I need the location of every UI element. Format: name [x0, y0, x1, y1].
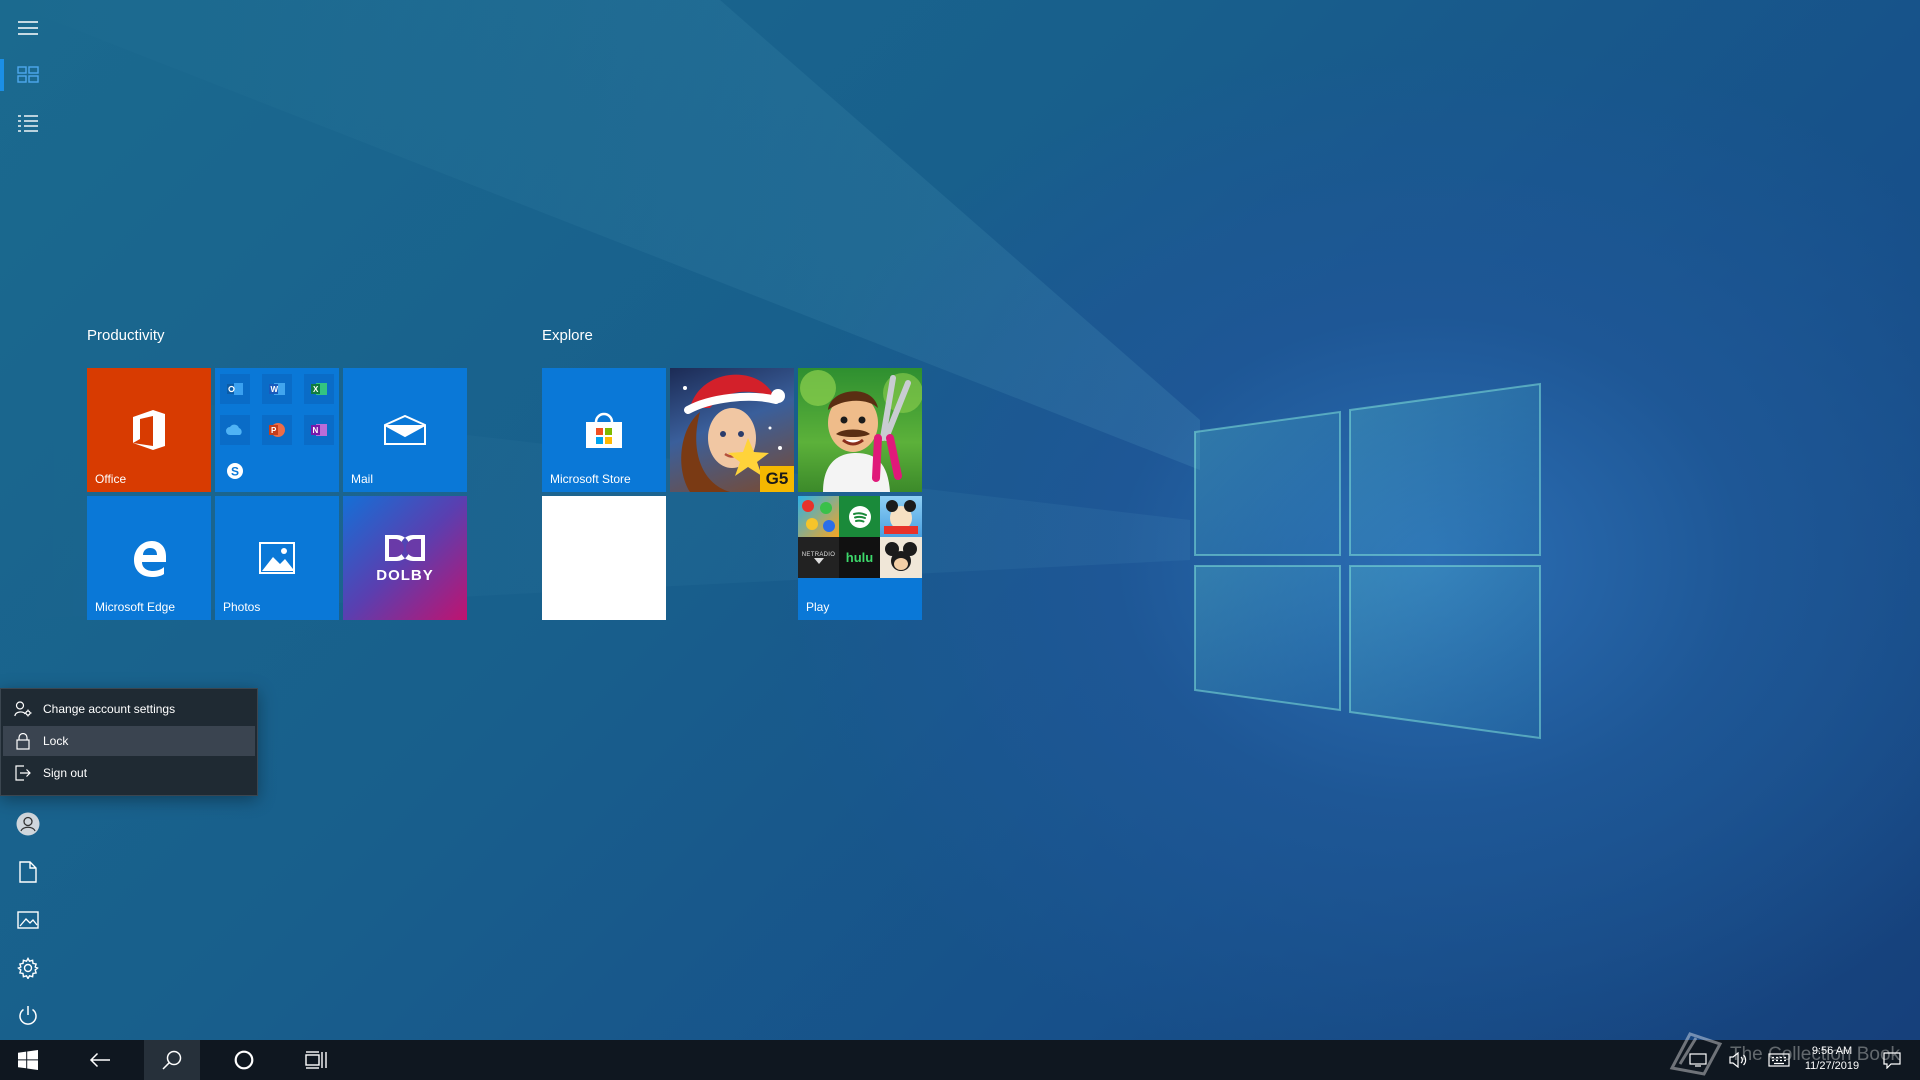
cortana-button[interactable]: [216, 1040, 272, 1080]
windows-logo-wallpaper: [1194, 382, 1541, 740]
tile-photos[interactable]: Photos: [215, 496, 339, 620]
power-button[interactable]: [0, 993, 56, 1039]
cortana-icon: [234, 1050, 254, 1070]
user-account-button[interactable]: [0, 801, 56, 847]
excel-icon: X: [304, 374, 334, 404]
settings-button[interactable]: [0, 945, 56, 991]
sign-out-icon: [15, 765, 31, 781]
pictures-button[interactable]: [0, 897, 56, 943]
user-avatar-icon: [16, 812, 40, 836]
svg-text:P: P: [271, 426, 277, 435]
hulu-mini: hulu: [839, 537, 880, 578]
watermark-book-icon: [1669, 1032, 1723, 1076]
skype-icon: S: [220, 456, 250, 486]
powerpoint-icon: P: [262, 415, 292, 445]
tile-office[interactable]: Office: [87, 368, 211, 492]
friends-game-mini: [880, 496, 922, 537]
menu-item-label: Sign out: [43, 766, 88, 780]
group-title-explore[interactable]: Explore: [542, 327, 593, 344]
menu-item-sign-out[interactable]: Sign out: [3, 758, 255, 788]
taskbar: 9:56 AM 11/27/2019: [0, 1040, 1920, 1080]
back-button[interactable]: [72, 1040, 128, 1080]
tile-dolby[interactable]: DOLBY: [343, 496, 467, 620]
netradio-mini: NETRADIO: [798, 537, 839, 578]
expand-menu-button[interactable]: [0, 5, 56, 51]
windows-logo-icon: [18, 1050, 38, 1070]
tile-microsoft-store[interactable]: Microsoft Store: [542, 368, 666, 492]
tile-label-photos: Photos: [223, 600, 261, 614]
soundwave-icon: [551, 507, 653, 609]
dolby-wordmark: DOLBY: [376, 566, 434, 584]
menu-item-label: Change account settings: [43, 702, 176, 716]
disney-mini: [880, 537, 922, 578]
power-icon: [19, 1006, 37, 1025]
spotify-icon: [848, 505, 871, 528]
chevron-down-icon: [813, 557, 824, 564]
onedrive-icon: [220, 415, 250, 445]
tile-label-play: Play: [806, 600, 830, 614]
menu-item-lock[interactable]: Lock: [3, 726, 255, 756]
gear-icon: [17, 957, 39, 979]
tile-mail[interactable]: Mail: [343, 368, 467, 492]
tile-label-mail: Mail: [351, 472, 374, 486]
menu-item-change-account-settings[interactable]: Change account settings: [3, 694, 255, 724]
spotify-mini: [839, 496, 880, 537]
user-settings-icon: [14, 701, 32, 717]
g5-badge: G5: [760, 466, 794, 492]
document-icon: [19, 861, 37, 883]
tile-microsoft-edge[interactable]: Microsoft Edge: [87, 496, 211, 620]
word-icon: W: [262, 374, 292, 404]
tiles-icon: [17, 66, 39, 83]
tile-game-christmas[interactable]: G5: [670, 368, 794, 492]
hamburger-icon: [18, 21, 38, 35]
task-view-button[interactable]: [288, 1040, 344, 1080]
hulu-logo: hulu: [845, 550, 874, 565]
start-left-rail: [0, 0, 56, 1040]
outlook-icon: [220, 374, 250, 404]
pinned-tiles-button[interactable]: [0, 52, 56, 98]
tile-label-store: Microsoft Store: [550, 472, 631, 486]
back-arrow-icon: [89, 1052, 110, 1068]
account-flyout-menu: Change account settings Lock Sign out: [0, 688, 258, 796]
onenote-icon: N: [304, 415, 334, 445]
search-icon: [162, 1050, 182, 1070]
list-icon: [18, 115, 38, 132]
game-artwork: [800, 370, 922, 492]
candy-crush-mini: [798, 496, 839, 537]
task-view-icon: [305, 1051, 327, 1069]
tile-voice-recorder[interactable]: [542, 496, 666, 620]
all-apps-button[interactable]: [0, 100, 56, 146]
tile-office-apps-folder[interactable]: W X P N S: [215, 368, 339, 492]
watermark-text: The Collection Book: [1730, 1044, 1901, 1065]
svg-text:S: S: [231, 465, 239, 479]
start-button[interactable]: [0, 1040, 56, 1080]
menu-item-label: Lock: [43, 734, 69, 748]
search-button[interactable]: [144, 1040, 200, 1080]
dolby-logo: DOLBY: [343, 496, 467, 620]
tile-game-gardenscapes[interactable]: [798, 368, 922, 492]
tile-label-office: Office: [95, 472, 127, 486]
documents-button[interactable]: [0, 849, 56, 895]
picture-icon: [17, 911, 39, 929]
tile-play-folder[interactable]: NETRADIO hulu Play: [798, 496, 922, 620]
svg-text:X: X: [313, 385, 319, 394]
tile-label-edge: Microsoft Edge: [95, 600, 176, 614]
group-title-productivity[interactable]: Productivity: [87, 327, 165, 344]
svg-text:N: N: [313, 426, 319, 435]
svg-text:W: W: [271, 385, 279, 394]
lock-icon: [16, 732, 30, 750]
